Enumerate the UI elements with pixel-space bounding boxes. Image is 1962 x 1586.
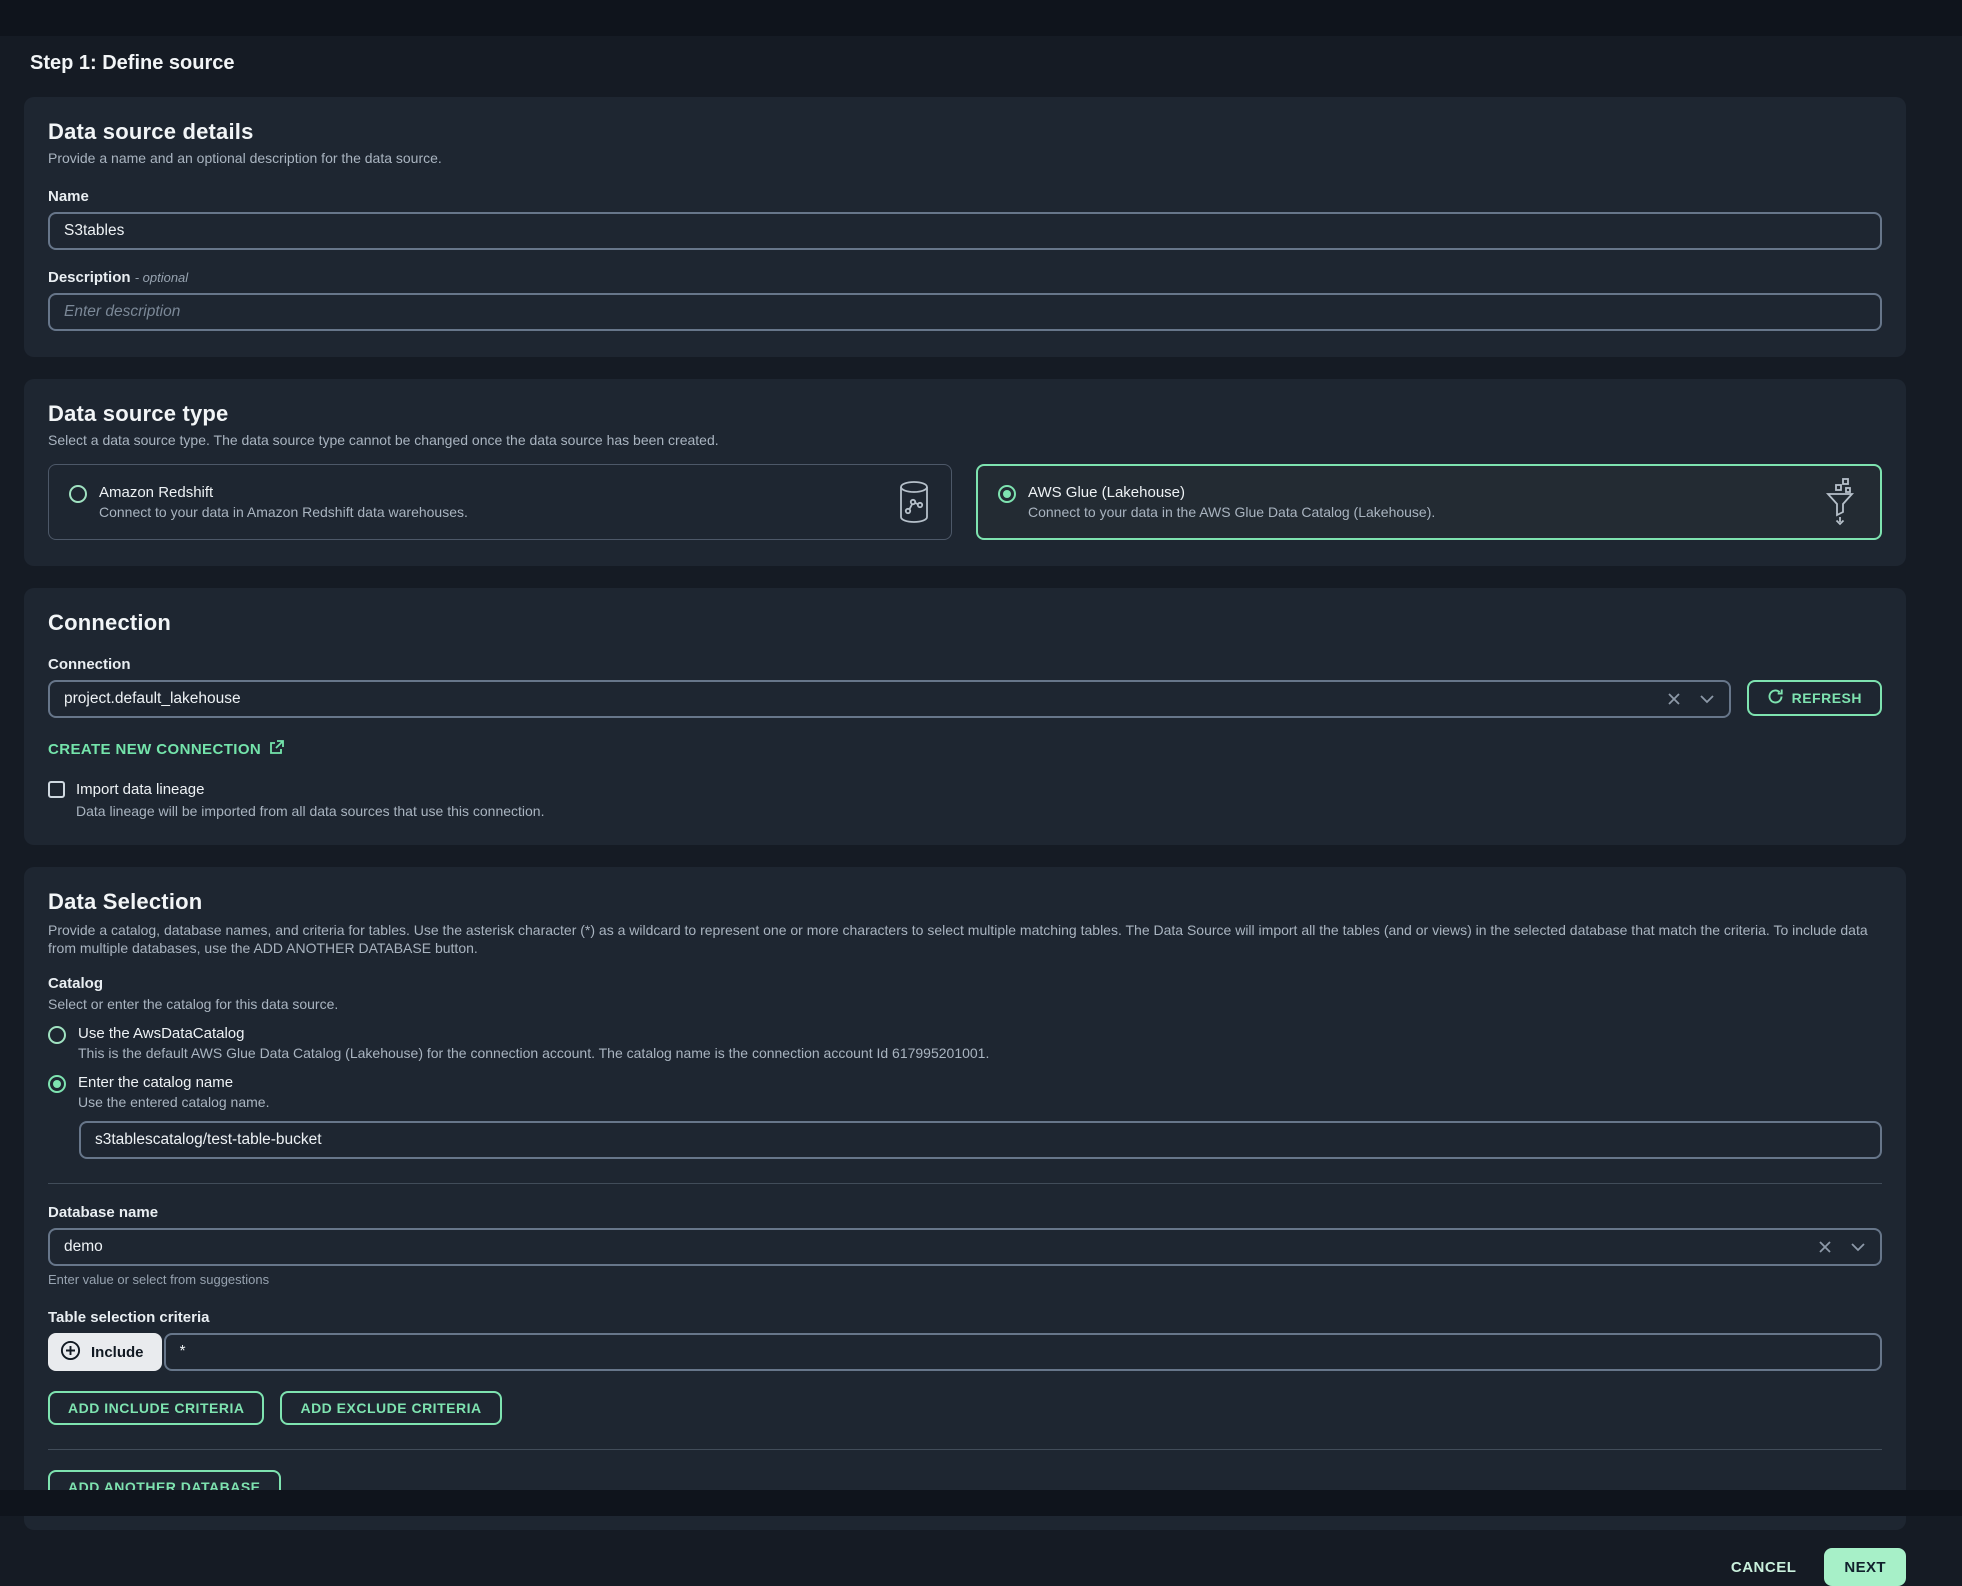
page-title: Step 1: Define source [30, 52, 1962, 75]
funnel-icon [1820, 477, 1860, 527]
section-title: Data source details [48, 119, 1882, 145]
external-link-icon [269, 740, 284, 759]
description-label: Description - optional [48, 269, 1882, 286]
cancel-button[interactable]: CANCEL [1731, 1559, 1797, 1576]
option-label: Amazon Redshift [99, 484, 468, 501]
radio-enter-catalog-name[interactable]: Enter the catalog name Use the entered c… [48, 1074, 1882, 1110]
database-name-value: demo [64, 1238, 1818, 1256]
checkbox-icon[interactable] [48, 781, 65, 798]
radio-selected-icon[interactable] [48, 1075, 66, 1093]
create-new-connection-link[interactable]: CREATE NEW CONNECTION [48, 740, 284, 759]
option-description: Connect to your data in Amazon Redshift … [99, 504, 468, 520]
wizard-footer: CANCEL NEXT [24, 1548, 1906, 1586]
section-subtitle: Provide a catalog, database names, and c… [48, 921, 1882, 957]
option-aws-glue-lakehouse[interactable]: AWS Glue (Lakehouse) Connect to your dat… [976, 464, 1882, 540]
source-type-options: Amazon Redshift Connect to your data in … [48, 464, 1882, 540]
criteria-pattern-input[interactable] [164, 1333, 1882, 1371]
bottom-bar [0, 1490, 1962, 1516]
option-amazon-redshift[interactable]: Amazon Redshift Connect to your data in … [48, 464, 952, 540]
chevron-down-icon[interactable] [1699, 694, 1715, 704]
name-label: Name [48, 188, 1882, 205]
connection-card: Connection Connection project.default_la… [24, 588, 1906, 845]
section-title: Data Selection [48, 889, 1882, 915]
section-subtitle: Provide a name and an optional descripti… [48, 150, 1882, 168]
divider [48, 1183, 1882, 1184]
database-name-label: Database name [48, 1204, 1882, 1221]
data-selection-card: Data Selection Provide a catalog, databa… [24, 867, 1906, 1530]
next-button[interactable]: NEXT [1824, 1548, 1906, 1586]
optional-tag: - optional [135, 270, 188, 285]
plus-circle-icon [60, 1340, 81, 1365]
option-label: AWS Glue (Lakehouse) [1028, 484, 1435, 501]
connection-label: Connection [48, 656, 1882, 673]
top-bar [0, 0, 1962, 36]
section-title: Data source type [48, 401, 1882, 427]
connection-select-value: project.default_lakehouse [64, 690, 1667, 708]
table-selection-criteria-label: Table selection criteria [48, 1309, 1882, 1326]
database-name-select[interactable]: demo [48, 1228, 1882, 1266]
catalog-label: Catalog [48, 975, 1882, 992]
clear-icon[interactable] [1818, 1240, 1832, 1254]
add-include-criteria-button[interactable]: ADD INCLUDE CRITERIA [48, 1391, 264, 1425]
name-input[interactable] [48, 212, 1882, 250]
add-exclude-criteria-button[interactable]: ADD EXCLUDE CRITERIA [280, 1391, 501, 1425]
radio-use-awsdatacatalog[interactable]: Use the AwsDataCatalog This is the defau… [48, 1025, 1882, 1061]
radio-unselected-icon[interactable] [48, 1026, 66, 1044]
import-data-lineage-checkbox[interactable]: Import data lineage [48, 781, 1882, 798]
section-subtitle: Select a data source type. The data sour… [48, 432, 1882, 450]
refresh-icon [1767, 688, 1784, 708]
description-input[interactable] [48, 293, 1882, 331]
lineage-description: Data lineage will be imported from all d… [76, 803, 1882, 819]
criteria-mode-button[interactable]: Include [48, 1333, 162, 1371]
chevron-down-icon[interactable] [1850, 1242, 1866, 1252]
database-helper-text: Enter value or select from suggestions [48, 1272, 1882, 1287]
wizard-content: Data source details Provide a name and a… [24, 97, 1906, 1530]
catalog-name-input[interactable] [79, 1121, 1882, 1159]
section-title: Connection [48, 610, 1882, 636]
divider [48, 1449, 1882, 1450]
catalog-subtitle: Select or enter the catalog for this dat… [48, 996, 1882, 1012]
refresh-button[interactable]: REFRESH [1747, 680, 1882, 716]
database-icon [897, 480, 931, 524]
radio-unselected-icon[interactable] [69, 485, 87, 503]
radio-selected-icon[interactable] [998, 485, 1016, 503]
clear-icon[interactable] [1667, 692, 1681, 706]
option-description: Connect to your data in the AWS Glue Dat… [1028, 504, 1435, 520]
data-source-details-card: Data source details Provide a name and a… [24, 97, 1906, 357]
data-source-type-card: Data source type Select a data source ty… [24, 379, 1906, 567]
connection-select[interactable]: project.default_lakehouse [48, 680, 1731, 718]
